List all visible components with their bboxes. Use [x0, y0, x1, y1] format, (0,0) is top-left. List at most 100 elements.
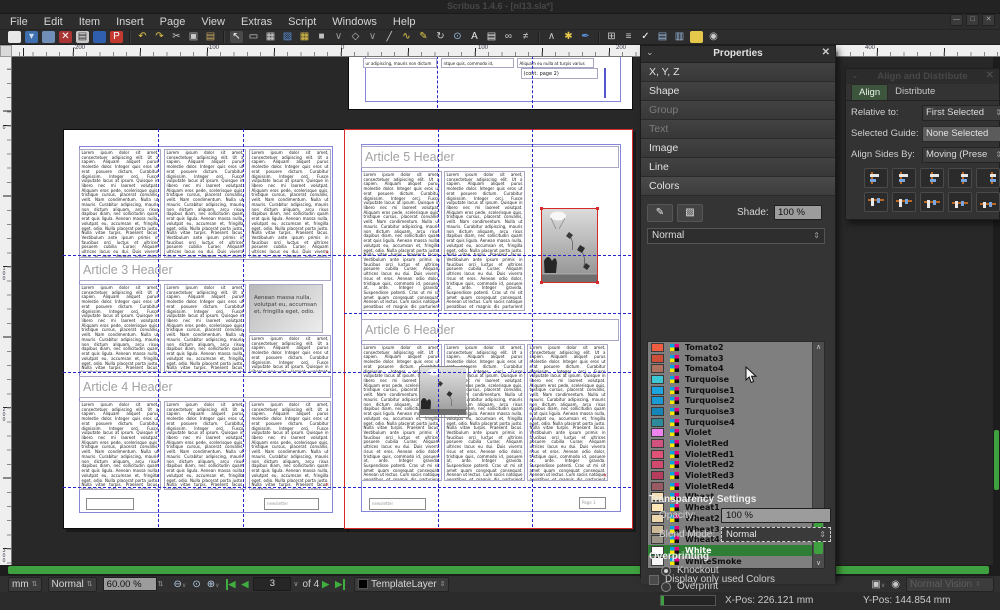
zoom-level-field[interactable]: 60.00 % [103, 577, 157, 591]
horizontal-scrollbar[interactable] [0, 565, 1000, 575]
scroll-up-icon[interactable]: ∧ [813, 343, 824, 351]
opacity-field[interactable]: 100 % [721, 508, 831, 523]
insert-freehand-line-button[interactable]: ✎ [417, 31, 430, 43]
align-top-out-button[interactable] [864, 192, 888, 212]
restore-button[interactable]: □ [966, 14, 979, 26]
color-row-Turquoise4[interactable]: Turquoise4 [648, 417, 824, 428]
page-number-frame[interactable]: Page 3 [579, 497, 606, 509]
color-row-Turquoise2[interactable]: Turquoise2 [648, 395, 824, 406]
color-row-Turquoise[interactable]: Turquoise [648, 374, 824, 385]
close-button[interactable]: ✕ [982, 14, 995, 26]
vertical-ruler[interactable]: 0100200300 [0, 57, 12, 565]
text-frame[interactable]: Lorem ipsum dolor sit amet, consectetuer… [444, 171, 525, 311]
pdf-text-field-button[interactable]: ≡ [622, 31, 635, 43]
menu-insert[interactable]: Insert [116, 16, 144, 28]
last-page-button[interactable]: ▶ [335, 579, 345, 590]
color-row-Tomato2[interactable]: Tomato2 [648, 342, 824, 353]
story-editor-button[interactable]: ▤ [485, 31, 498, 43]
guide-vertical[interactable] [243, 129, 244, 527]
pdf-text-annotation-button[interactable] [690, 31, 703, 43]
align-left-out-button[interactable] [864, 168, 888, 188]
zoom-spinner[interactable]: ⇅ [157, 578, 165, 591]
guide-horizontal[interactable] [63, 255, 631, 256]
color-row-VioletRed1[interactable]: VioletRed1 [648, 449, 824, 460]
selection-handle[interactable] [596, 207, 599, 210]
preflight-verifier-button[interactable] [93, 31, 106, 43]
menu-edit[interactable]: Edit [44, 16, 63, 28]
text-frame[interactable]: Lorem ipsum dolor sit amet, consectetuer… [249, 149, 331, 258]
page-3-current[interactable]: Article 5 Header Lorem ipsum dolor sit a… [344, 129, 633, 529]
pdf-link-annotation-button[interactable]: ◉ [707, 31, 720, 43]
select-item-button[interactable]: ↖ [230, 31, 243, 43]
copy-button[interactable]: ▣ [187, 31, 200, 43]
insert-render-frame-button[interactable]: ▨ [281, 31, 294, 43]
unlink-text-frames-button[interactable]: ≠ [519, 31, 532, 43]
footer-frame[interactable]: newsletter [264, 498, 319, 510]
collapse-icon[interactable]: ⌄ [851, 70, 859, 81]
vertical-scrollbar-thumb[interactable] [994, 430, 999, 490]
section-image[interactable]: Image [641, 139, 835, 158]
page-dropdown-icon[interactable]: ∨ [293, 580, 298, 588]
preview-mode-icon[interactable]: ◉ [891, 579, 900, 590]
section-shape[interactable]: Shape [641, 82, 835, 101]
zoom-tool-button[interactable]: ⊙ [451, 31, 464, 43]
color-row-VioletRed[interactable]: VioletRed [648, 438, 824, 449]
pdf-list-box-button[interactable]: ▥ [673, 31, 686, 43]
guide-vertical[interactable] [158, 129, 159, 527]
blend-mode-selector[interactable]: Normal⇕ [721, 527, 831, 542]
fill-pattern-selector[interactable]: Normal⇕ [647, 228, 825, 244]
color-row-Tomato4[interactable]: Tomato4 [648, 363, 824, 374]
current-page-field[interactable]: 3 [253, 577, 291, 591]
color-row-Turquoise1[interactable]: Turquoise1 [648, 385, 824, 396]
text-frame[interactable]: Lorem ipsum dolor sit amet, consectetuer… [79, 284, 161, 372]
undo-button[interactable]: ↶ [136, 31, 149, 43]
color-row-Turquoise3[interactable]: Turquoise3 [648, 406, 824, 417]
pdf-push-button-button[interactable]: ⊞ [605, 31, 618, 43]
text-frame[interactable]: Lorem ipsum dolor sit amet, consectetuer… [527, 344, 608, 481]
text-frame[interactable]: Aliquam eu nulla at turpis varius [517, 58, 594, 68]
layer-selector[interactable]: TemplateLayer⇕ [354, 577, 449, 592]
close-icon[interactable]: ✕ [822, 47, 830, 58]
horizontal-scrollbar-thumb[interactable] [8, 566, 989, 574]
selection-handle[interactable] [540, 207, 543, 210]
menu-page[interactable]: Page [160, 16, 186, 28]
cut-button[interactable]: ✂ [170, 31, 183, 43]
align-bottom-button[interactable] [948, 192, 972, 212]
close-document-button[interactable]: ✕ [59, 31, 72, 43]
zoom-100-button[interactable]: ⊙ [192, 579, 200, 590]
zoom-out-button[interactable]: ⊖∨ [174, 579, 187, 590]
display-settings-icon[interactable]: ▣∨ [871, 579, 885, 590]
pull-quote-frame[interactable]: Aenean massa nulla, volutpat eu, accumsa… [249, 284, 323, 333]
insert-bezier-curve-button[interactable]: ∿ [400, 31, 413, 43]
align-right-out-button[interactable] [976, 168, 1000, 188]
close-icon[interactable]: ✕ [986, 70, 994, 81]
tab-distribute[interactable]: Distribute [888, 84, 942, 100]
align-bottom-out-button[interactable] [976, 192, 1000, 212]
shade-field[interactable]: 100 % [774, 205, 822, 220]
selection-handle[interactable] [596, 281, 599, 284]
paste-button[interactable]: ▤ [204, 31, 217, 43]
page-2[interactable]: Lorem ipsum dolor sit amet, consectetuer… [63, 129, 346, 529]
save-document-button[interactable] [42, 31, 55, 43]
ruler-origin-box[interactable] [0, 45, 12, 57]
article-6-header-frame[interactable]: Article 6 Header [361, 319, 619, 341]
insert-polygon-button[interactable]: ◇ [349, 31, 362, 43]
insert-shape-button[interactable]: ■ [315, 31, 328, 43]
first-page-button[interactable]: ◀ [226, 579, 236, 590]
zoom-in-button[interactable]: ⊕∨ [207, 579, 220, 590]
menu-help[interactable]: Help [393, 16, 416, 28]
text-frame[interactable]: Lorem ipsum dolor sit amet, consectetuer… [249, 335, 331, 372]
guide-horizontal[interactable] [344, 313, 631, 314]
align-center-horizontal-button[interactable] [920, 168, 944, 188]
color-row-VioletRed2[interactable]: VioletRed2 [648, 460, 824, 471]
menu-extras[interactable]: Extras [241, 16, 272, 28]
kite-photo-selected[interactable] [541, 208, 598, 283]
insert-polygon-dropdown-button[interactable]: ∨ [366, 31, 379, 43]
align-right-button[interactable] [948, 168, 972, 188]
kite-photo-small[interactable] [419, 366, 469, 418]
footer-frame[interactable] [86, 498, 134, 510]
edit-fill-color-button[interactable]: ▨ [677, 204, 703, 222]
section-line[interactable]: Line [641, 158, 835, 177]
pdf-check-box-button[interactable]: ✓ [639, 31, 652, 43]
footer-frame[interactable]: newsletter [369, 498, 426, 510]
